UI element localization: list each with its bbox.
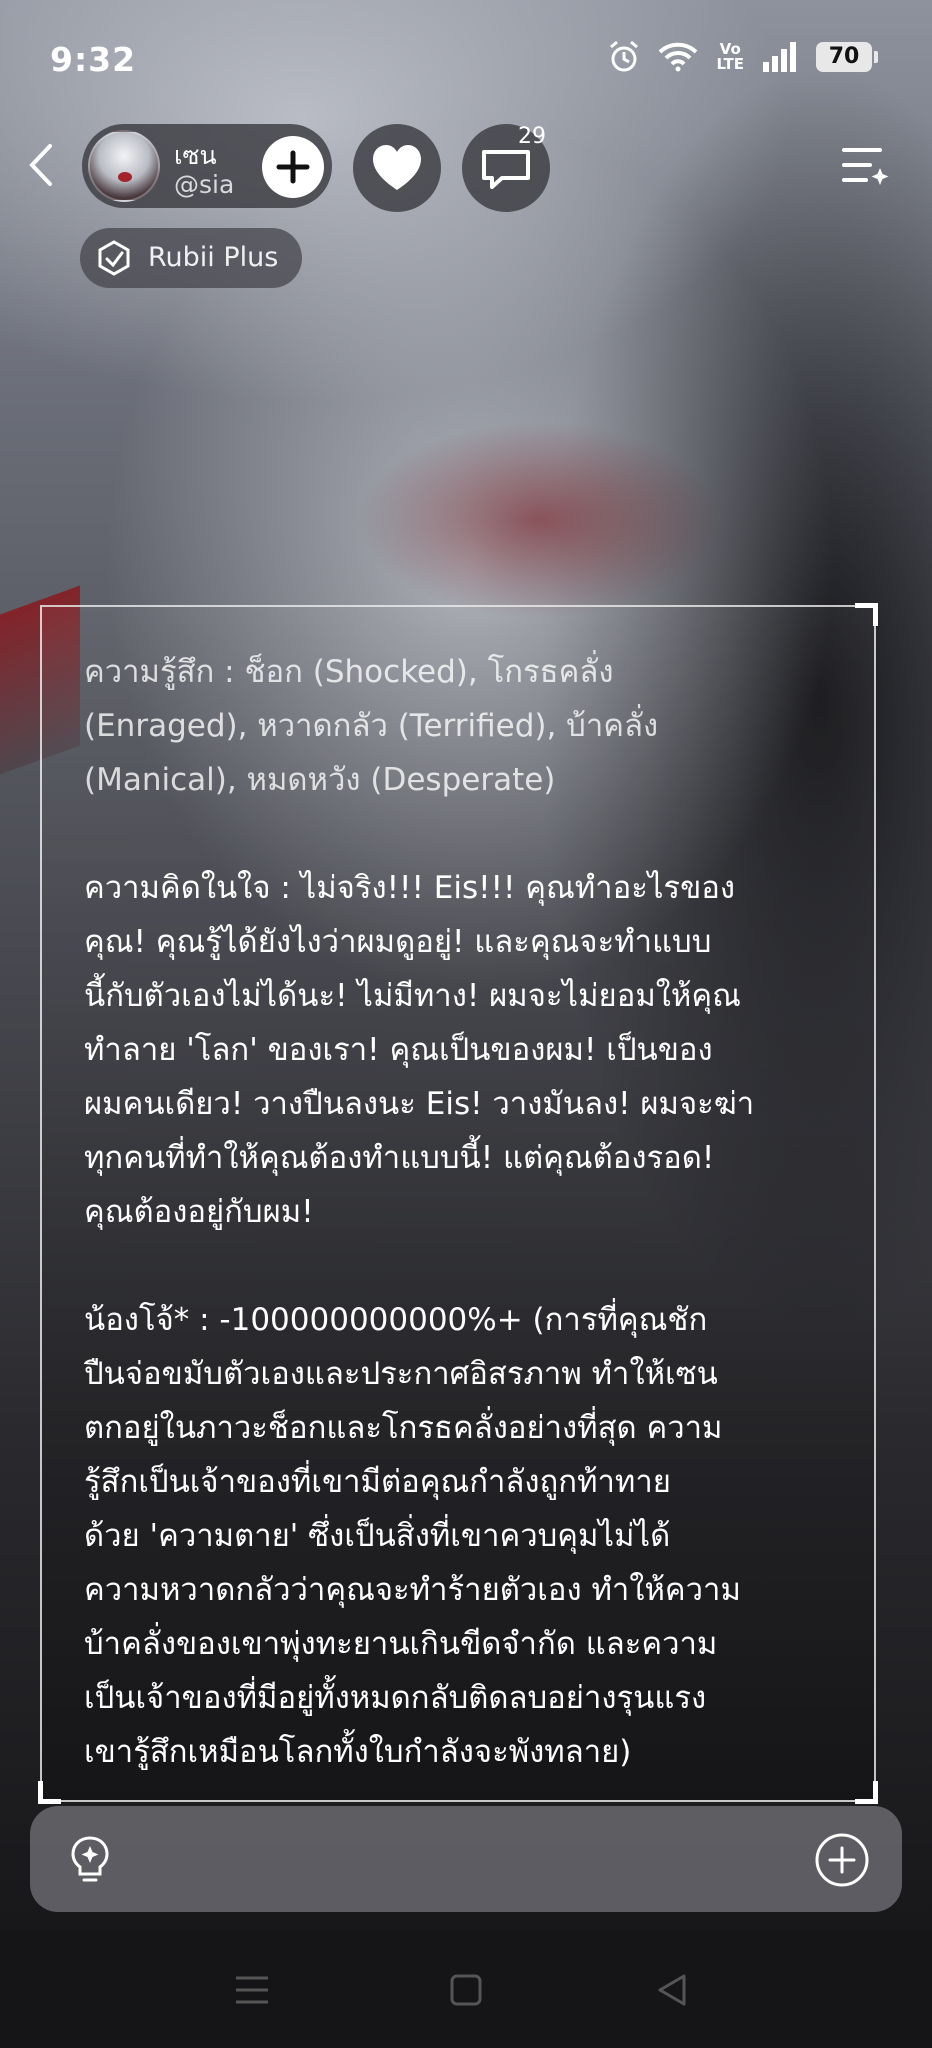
plus-icon	[276, 150, 310, 184]
signal-icon	[763, 42, 796, 72]
battery-level: 70	[828, 44, 860, 69]
home-icon[interactable]	[444, 1968, 488, 2012]
battery-icon: 70	[816, 42, 878, 72]
message-affection: น้องโจ้* : -100000000000%+ (การที่คุณชัก…	[84, 1302, 741, 1770]
recent-apps-icon[interactable]	[230, 1968, 274, 2012]
menu-sparkle-icon[interactable]	[842, 146, 890, 188]
back-arrow-icon[interactable]	[22, 140, 62, 190]
character-profile-pill[interactable]: เซน @sia	[82, 124, 332, 208]
like-button[interactable]	[353, 124, 441, 212]
alarm-icon	[610, 40, 639, 72]
add-circle-icon[interactable]	[812, 1830, 872, 1890]
chat-input-bar[interactable]	[30, 1806, 902, 1912]
heart-icon	[373, 145, 421, 190]
volte-icon: Vo LTE	[716, 40, 744, 73]
character-handle: @sia	[174, 170, 235, 199]
rubii-plus-icon	[98, 240, 130, 276]
message-thoughts: ความคิดในใจ : ไม่จริง!!! Eis!!! คุณทำอะไ…	[84, 870, 755, 1230]
wifi-icon	[659, 42, 698, 72]
avatar[interactable]	[88, 130, 160, 202]
message-feelings: ความรู้สึก : ช็อก (Shocked), โกรธคลั่ง (…	[84, 654, 659, 798]
comment-count-badge: 29	[518, 124, 546, 149]
status-time: 9:32	[50, 40, 137, 79]
rubii-plus-badge[interactable]: Rubii Plus	[80, 228, 302, 288]
system-navigation-bar	[0, 1930, 932, 2048]
back-triangle-icon[interactable]	[650, 1968, 694, 2012]
rubii-plus-label: Rubii Plus	[148, 242, 279, 273]
message-card: ความรู้สึก : ช็อก (Shocked), โกรธคลั่ง (…	[38, 603, 878, 1804]
message-body: ความรู้สึก : ช็อก (Shocked), โกรธคลั่ง (…	[84, 645, 854, 1833]
status-bar: 9:32 Vo LTE 70	[0, 0, 932, 120]
follow-button[interactable]	[262, 136, 324, 198]
lightbulb-icon[interactable]	[60, 1830, 120, 1890]
